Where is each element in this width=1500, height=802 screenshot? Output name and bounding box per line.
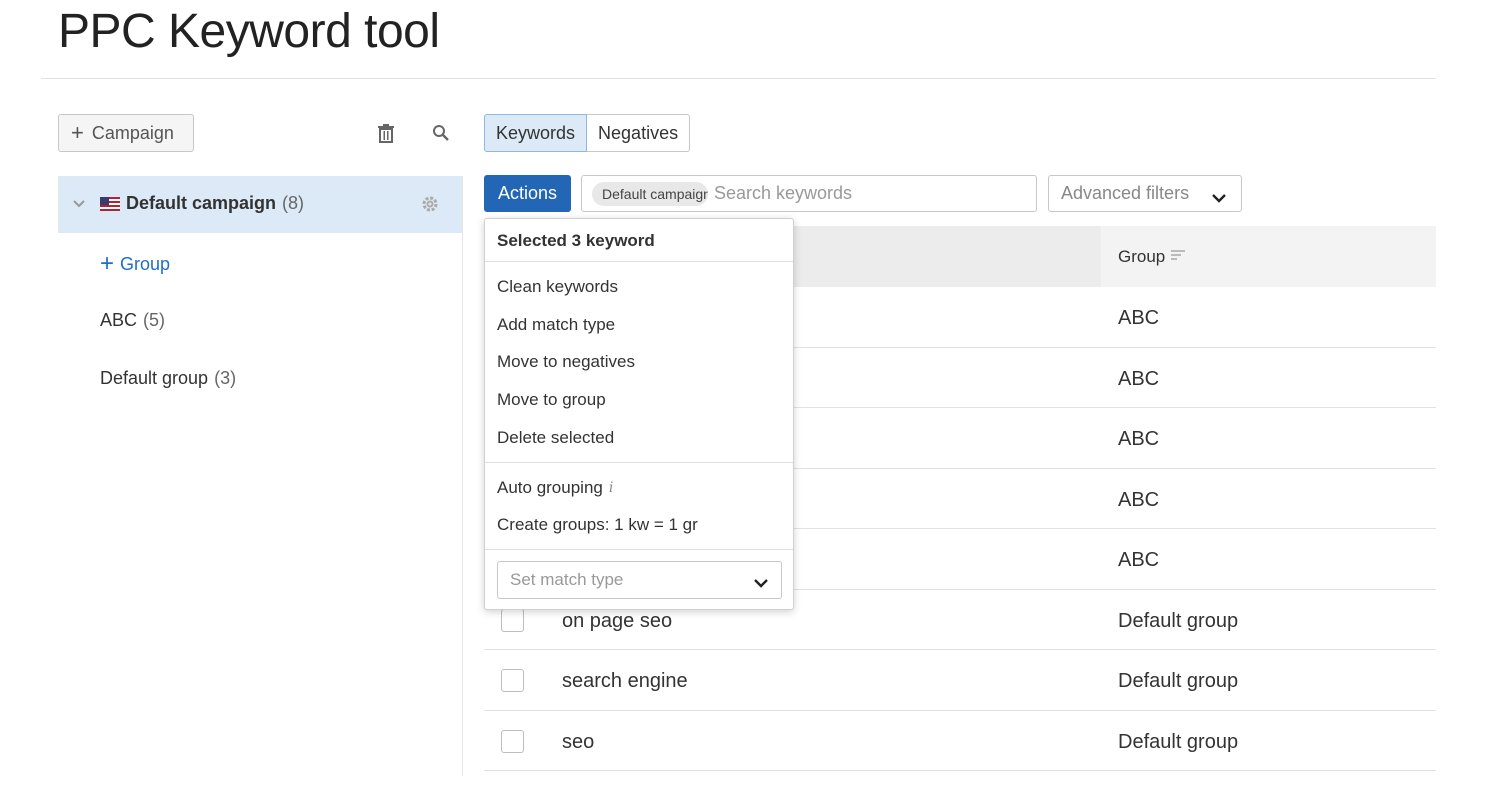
sidebar-item-group-default[interactable]: Default group (3) (100, 368, 236, 389)
chevron-down-icon (1211, 188, 1227, 209)
menu-divider (485, 462, 793, 463)
plus-icon: + (100, 250, 115, 277)
keyword-cell: search engine (562, 670, 688, 692)
keyword-search-box[interactable]: Default campaign (581, 175, 1037, 212)
group-cell: Default group (1118, 730, 1239, 753)
search-input[interactable] (714, 183, 1014, 204)
menu-item-delete-selected[interactable]: Delete selected (497, 428, 614, 448)
tab-keywords[interactable]: Keywords (484, 114, 588, 152)
actions-menu: Selected 3 keyword Clean keywords Add ma… (484, 218, 794, 610)
sidebar-item-group-abc[interactable]: ABC (5) (100, 310, 165, 331)
group-cell: ABC (1118, 428, 1160, 450)
table-row[interactable]: search engine Default group (484, 650, 1436, 711)
add-campaign-label: Campaign (91, 122, 174, 143)
actions-button[interactable]: Actions (484, 175, 571, 212)
menu-item-move-to-group[interactable]: Move to group (497, 390, 606, 410)
group-cell: ABC (1118, 549, 1160, 571)
sort-icon[interactable] (1171, 247, 1186, 267)
page-title: PPC Keyword tool (58, 5, 440, 58)
title-divider (41, 78, 1436, 79)
menu-item-auto-grouping[interactable]: Auto grouping i (497, 478, 613, 498)
campaign-name: Default campaign (8) (126, 193, 305, 213)
row-checkbox[interactable] (501, 669, 524, 692)
add-campaign-button[interactable]: + Campaign (58, 114, 194, 152)
us-flag-icon (100, 197, 120, 211)
menu-divider (485, 261, 793, 262)
group-cell: ABC (1118, 488, 1160, 511)
keyword-cell: seo (562, 730, 595, 753)
chevron-down-icon (753, 574, 769, 594)
sidebar-item-default-campaign[interactable]: Default campaign (8) (58, 176, 462, 233)
info-icon[interactable]: i (609, 480, 613, 496)
row-checkbox[interactable] (501, 729, 524, 753)
menu-item-move-to-negatives[interactable]: Move to negatives (497, 352, 635, 372)
group-cell: ABC (1118, 367, 1160, 390)
add-group-label: Group (120, 253, 171, 274)
campaign-filter-chip[interactable]: Default campaign (592, 181, 708, 206)
keyword-tabs: Keywords Negatives (484, 114, 691, 152)
plus-icon: + (71, 120, 84, 145)
group-cell: Default group (1118, 609, 1239, 632)
match-type-select[interactable]: Set match type (497, 561, 782, 599)
keyword-cell: on page seo (562, 609, 673, 632)
chevron-down-icon[interactable] (71, 196, 87, 217)
campaign-count: (8) (282, 193, 305, 213)
selected-count-header: Selected 3 keyword (497, 231, 655, 250)
table-row[interactable]: seo Default group (484, 711, 1436, 771)
advanced-filters-dropdown[interactable]: Advanced filters (1048, 175, 1242, 212)
group-cell: ABC (1118, 307, 1160, 329)
group-column-header[interactable]: Group (1101, 226, 1436, 287)
menu-item-add-match-type[interactable]: Add match type (497, 315, 615, 335)
gear-icon[interactable] (420, 194, 440, 219)
tab-negatives[interactable]: Negatives (587, 114, 691, 152)
menu-divider (485, 549, 793, 550)
menu-item-clean-keywords[interactable]: Clean keywords (497, 277, 618, 297)
group-cell: Default group (1118, 670, 1239, 692)
search-icon[interactable] (430, 122, 452, 144)
menu-item-create-groups[interactable]: Create groups: 1 kw = 1 gr (497, 515, 698, 535)
row-checkbox[interactable] (501, 608, 524, 632)
add-group-button[interactable]: + Group (100, 252, 170, 276)
trash-icon[interactable] (375, 122, 397, 144)
sidebar: Default campaign (8) + Group ABC (5) Defau… (58, 176, 463, 776)
